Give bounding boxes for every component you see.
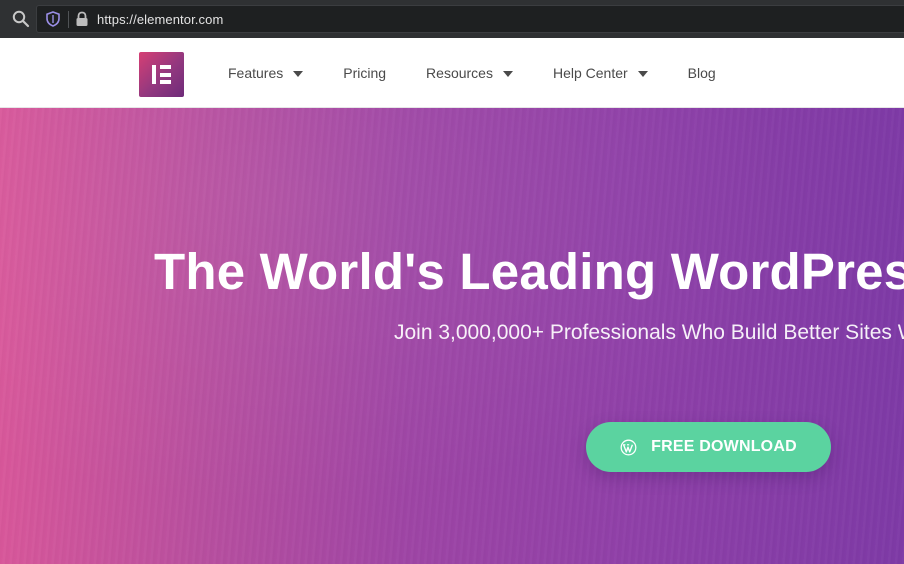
caret-down-icon [293,70,304,77]
lock-icon[interactable] [75,11,89,27]
address-divider [68,11,69,28]
logo-bar-middle [160,72,171,77]
main-nav: Features Pricing Resources Help Center B… [228,38,756,108]
hero-section: The World's Leading WordPres Join 3,000,… [0,108,904,564]
hero-title: The World's Leading WordPres [154,243,904,300]
wordpress-icon [620,439,637,455]
shield-icon[interactable] [45,11,61,27]
search-icon[interactable] [11,9,31,29]
nav-item-label: Pricing [343,65,387,81]
free-download-button[interactable]: FREE DOWNLOAD [586,422,831,472]
url-text[interactable]: https://elementor.com [97,12,223,27]
logo-bar-vertical [152,65,156,84]
nav-item-label: Help Center [552,65,628,81]
browser-toolbar: https://elementor.com [0,0,904,38]
free-download-label: FREE DOWNLOAD [651,438,797,455]
nav-item-resources[interactable]: Resources [426,65,513,81]
nav-item-label: Blog [687,65,716,81]
nav-item-pricing[interactable]: Pricing [343,65,386,81]
logo-bar-top [160,65,171,69]
nav-item-help-center[interactable]: Help Center [553,65,648,81]
hero-subtitle: Join 3,000,000+ Professionals Who Build … [394,321,904,344]
caret-down-icon [637,70,648,77]
elementor-logo-icon[interactable] [139,52,184,97]
site-header: Features Pricing Resources Help Center B… [0,38,904,108]
logo-bar-bottom [160,80,171,84]
caret-down-icon [502,70,513,77]
nav-item-label: Resources [426,65,493,81]
address-bar[interactable]: https://elementor.com [36,5,904,33]
nav-item-label: Features [228,65,284,81]
nav-item-blog[interactable]: Blog [688,65,716,81]
nav-item-features[interactable]: Features [228,65,304,81]
